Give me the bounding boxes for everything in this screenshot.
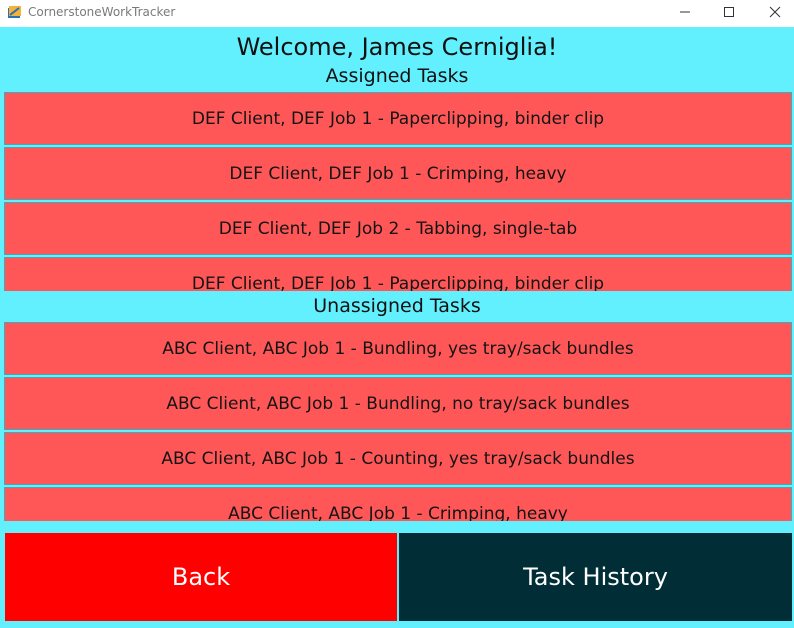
maximize-button[interactable]	[706, 0, 752, 27]
app-icon	[7, 5, 22, 20]
assigned-task-item[interactable]: DEF Client, DEF Job 2 - Tabbing, single-…	[4, 202, 792, 255]
assigned-task-item[interactable]: DEF Client, DEF Job 1 - Paperclipping, b…	[4, 257, 792, 291]
maximize-icon	[723, 5, 735, 23]
app-content: Welcome, James Cerniglia! Assigned Tasks…	[0, 27, 794, 628]
task-history-button[interactable]: Task History	[399, 533, 792, 621]
assigned-tasks-list[interactable]: DEF Client, DEF Job 1 - Paperclipping, b…	[4, 92, 792, 291]
close-icon	[769, 5, 781, 23]
unassigned-tasks-list[interactable]: ABC Client, ABC Job 1 - Bundling, yes tr…	[4, 322, 792, 521]
unassigned-task-item[interactable]: ABC Client, ABC Job 1 - Counting, yes tr…	[4, 432, 792, 485]
assigned-tasks-heading: Assigned Tasks	[325, 65, 469, 87]
close-button[interactable]	[752, 0, 794, 27]
back-button[interactable]: Back	[5, 533, 397, 621]
assigned-task-item[interactable]: DEF Client, DEF Job 1 - Crimping, heavy	[4, 147, 792, 200]
assigned-task-item[interactable]: DEF Client, DEF Job 1 - Paperclipping, b…	[4, 92, 792, 145]
unassigned-task-item[interactable]: ABC Client, ABC Job 1 - Bundling, no tra…	[4, 377, 792, 430]
minimize-icon	[679, 5, 691, 23]
welcome-heading: Welcome, James Cerniglia!	[236, 33, 558, 61]
unassigned-tasks-heading: Unassigned Tasks	[313, 295, 481, 317]
unassigned-task-item[interactable]: ABC Client, ABC Job 1 - Bundling, yes tr…	[4, 322, 792, 375]
bottom-strip	[0, 621, 794, 628]
title-bar: CornerstoneWorkTracker	[0, 0, 794, 27]
minimize-button[interactable]	[662, 0, 708, 27]
window-title: CornerstoneWorkTracker	[28, 5, 176, 19]
unassigned-task-item[interactable]: ABC Client, ABC Job 1 - Crimping, heavy	[4, 487, 792, 521]
